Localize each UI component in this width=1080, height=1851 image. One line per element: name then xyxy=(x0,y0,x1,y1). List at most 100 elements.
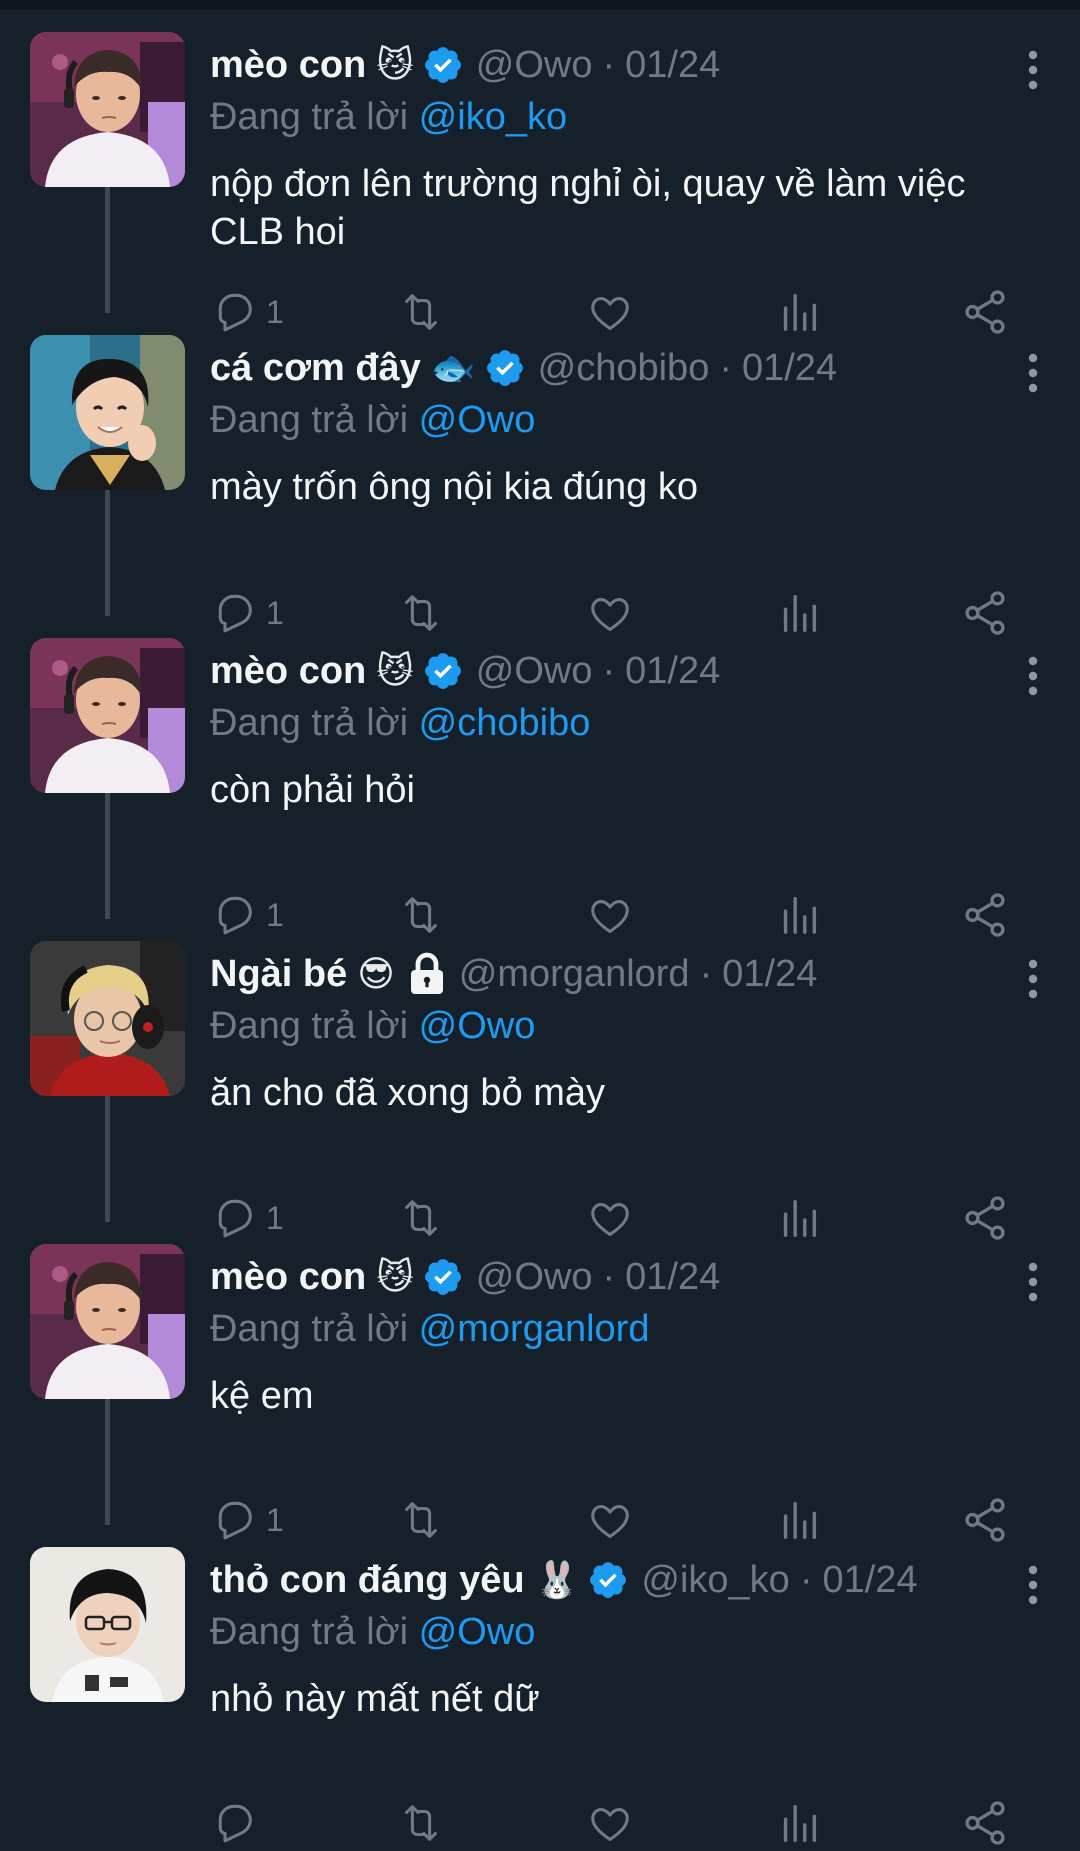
tweet-header: thỏ con đáng yêu 🐰 @iko_ko · 01/24 xyxy=(210,1553,1010,1607)
separator-dot: · xyxy=(602,1255,616,1298)
tweet-date[interactable]: 01/24 xyxy=(722,953,817,996)
reply-mention-link[interactable]: @Owo xyxy=(419,1005,536,1047)
tweet-header: mèo con 😼 @Owo · 01/24 xyxy=(210,38,1010,92)
tweet-header: cá cơm đây 🐟 @chobibo · 01/24 xyxy=(210,341,1010,395)
display-name[interactable]: Ngài bé xyxy=(210,953,347,996)
reply-mention-link[interactable]: @morganlord xyxy=(419,1308,650,1350)
avatar[interactable] xyxy=(30,638,185,793)
replying-to: Đang trả lời @Owo xyxy=(210,1611,535,1654)
tweet-actions xyxy=(210,1795,1040,1851)
tweet-text: nộp đơn lên trường nghỉ òi, quay về làm … xyxy=(210,163,966,253)
display-name-emoji: 🐰 xyxy=(534,1560,580,1601)
user-handle[interactable]: @chobibo xyxy=(538,347,710,390)
more-icon[interactable] xyxy=(1026,959,1040,999)
tweet-date[interactable]: 01/24 xyxy=(742,347,837,390)
replying-to-label: Đang trả lời xyxy=(210,96,409,138)
reply-mention-link[interactable]: @chobibo xyxy=(419,702,591,744)
tweet-header: mèo con 😼 @Owo · 01/24 xyxy=(210,644,1010,698)
reply-mention-link[interactable]: @iko_ko xyxy=(419,96,567,138)
tweet[interactable]: cá cơm đây 🐟 @chobibo · 01/24 Đang trả l… xyxy=(0,313,1080,635)
thread-connector-line xyxy=(105,1382,110,1525)
tweet[interactable]: mèo con 😼 @Owo · 01/24 Đang trả lời @mor… xyxy=(0,1222,1080,1542)
tweet-date[interactable]: 01/24 xyxy=(625,44,720,87)
tweet[interactable]: Ngài bé 😎 @morganlord · 01/24 Đang trả l… xyxy=(0,919,1080,1240)
avatar[interactable] xyxy=(30,32,185,187)
display-name[interactable]: mèo con xyxy=(210,1256,366,1299)
user-handle[interactable]: @Owo xyxy=(476,650,593,693)
tweet-text: nhỏ này mất nết dữ xyxy=(210,1678,540,1720)
heart-icon xyxy=(586,1800,634,1846)
thread-connector-line xyxy=(105,170,110,313)
tweet-date[interactable]: 01/24 xyxy=(822,1559,917,1602)
display-name[interactable]: mèo con xyxy=(210,650,366,693)
tweet-date[interactable]: 01/24 xyxy=(625,650,720,693)
reply-mention-link[interactable]: @Owo xyxy=(419,399,536,441)
more-icon[interactable] xyxy=(1026,656,1040,696)
display-name-emoji: 🐟 xyxy=(430,348,476,389)
reply-mention-link[interactable]: @Owo xyxy=(419,1611,536,1653)
reply-icon xyxy=(212,1800,258,1846)
separator-dot: · xyxy=(799,1558,813,1601)
tweet-text: mày trốn ông nội kia đúng ko xyxy=(210,466,698,508)
user-handle[interactable]: @morganlord xyxy=(459,953,690,996)
verified-badge-icon xyxy=(422,44,464,86)
display-name[interactable]: mèo con xyxy=(210,44,366,87)
tweet[interactable]: mèo con 😼 @Owo · 01/24 Đang trả lời @iko… xyxy=(0,10,1080,334)
replying-to: Đang trả lời @morganlord xyxy=(210,1308,649,1351)
tweet-text: ăn cho đã xong bỏ mày xyxy=(210,1072,606,1114)
replying-to: Đang trả lời @iko_ko xyxy=(210,96,567,139)
retweet-icon xyxy=(396,1800,446,1846)
tweet-text: còn phải hỏi xyxy=(210,769,415,811)
tweet[interactable]: mèo con 😼 @Owo · 01/24 Đang trả lời @cho… xyxy=(0,616,1080,937)
share-button[interactable] xyxy=(960,1795,1010,1851)
separator-dot: · xyxy=(602,649,616,692)
tweet[interactable]: thỏ con đáng yêu 🐰 @iko_ko · 01/24 Đang … xyxy=(0,1525,1080,1845)
tweet-header: mèo con 😼 @Owo · 01/24 xyxy=(210,1250,1010,1304)
avatar[interactable] xyxy=(30,941,185,1096)
replying-to-label: Đang trả lời xyxy=(210,1611,409,1653)
views-button[interactable] xyxy=(776,1795,822,1851)
thread-connector-line xyxy=(105,1079,110,1222)
verified-badge-icon xyxy=(422,650,464,692)
thread-connector-line xyxy=(105,776,110,919)
replying-to-label: Đang trả lời xyxy=(210,1005,409,1047)
user-handle[interactable]: @Owo xyxy=(476,1256,593,1299)
tweet-header: Ngài bé 😎 @morganlord · 01/24 xyxy=(210,947,1010,1001)
display-name-emoji: 😼 xyxy=(376,44,414,86)
display-name-emoji: 😎 xyxy=(357,953,395,995)
more-icon[interactable] xyxy=(1026,353,1040,393)
separator-dot: · xyxy=(699,952,713,995)
like-button[interactable] xyxy=(586,1795,634,1851)
share-icon xyxy=(960,1798,1010,1848)
more-icon[interactable] xyxy=(1026,1565,1040,1605)
avatar[interactable] xyxy=(30,1547,185,1702)
avatar[interactable] xyxy=(30,335,185,490)
display-name[interactable]: thỏ con đáng yêu xyxy=(210,1559,525,1602)
replying-to: Đang trả lời @chobibo xyxy=(210,702,590,745)
verified-badge-icon xyxy=(422,1256,464,1298)
display-name[interactable]: cá cơm đây xyxy=(210,347,421,390)
display-name-emoji: 😼 xyxy=(376,1256,414,1298)
tweet-date[interactable]: 01/24 xyxy=(625,1256,720,1299)
user-handle[interactable]: @Owo xyxy=(476,44,593,87)
retweet-button[interactable] xyxy=(396,1795,446,1851)
tweet-text: kệ em xyxy=(210,1375,314,1417)
separator-dot: · xyxy=(719,346,732,389)
reply-button[interactable] xyxy=(212,1795,266,1851)
user-handle[interactable]: @iko_ko xyxy=(641,1559,789,1602)
verified-badge-icon xyxy=(484,347,526,389)
lock-icon xyxy=(407,952,447,996)
replying-to-label: Đang trả lời xyxy=(210,702,409,744)
replying-to: Đang trả lời @Owo xyxy=(210,399,535,442)
verified-badge-icon xyxy=(587,1559,629,1601)
avatar[interactable] xyxy=(30,1244,185,1399)
thread-connector-line xyxy=(105,473,110,616)
views-icon xyxy=(776,1800,822,1846)
more-icon[interactable] xyxy=(1026,1262,1040,1302)
top-divider xyxy=(0,0,1080,10)
display-name-emoji: 😼 xyxy=(376,650,414,692)
separator-dot: · xyxy=(602,43,616,86)
replying-to: Đang trả lời @Owo xyxy=(210,1005,535,1048)
replying-to-label: Đang trả lời xyxy=(210,1308,409,1350)
more-icon[interactable] xyxy=(1026,50,1040,90)
